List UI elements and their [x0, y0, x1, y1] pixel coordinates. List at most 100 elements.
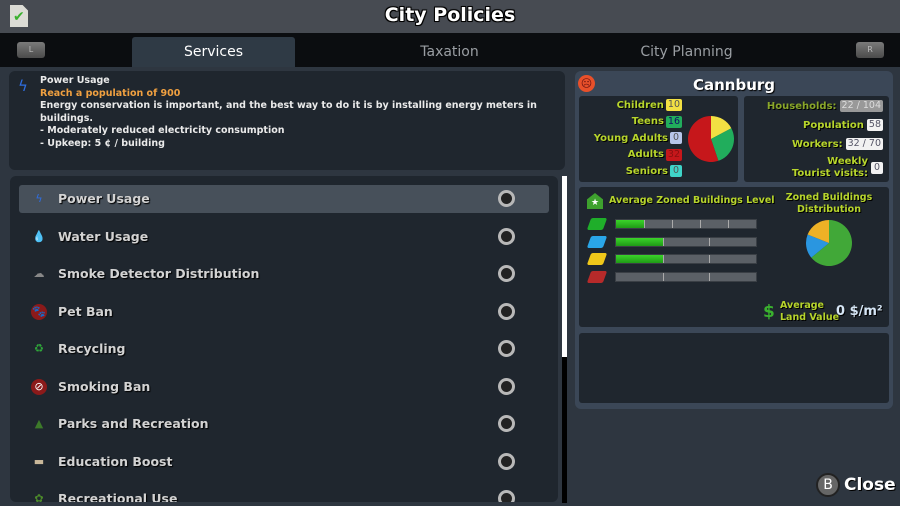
zone-level-fill: [616, 220, 644, 228]
age-group-row: Teens 16: [631, 115, 682, 128]
level-tick: [709, 237, 711, 246]
population-value: 58: [866, 119, 883, 131]
residential-zone-icon: [586, 218, 608, 230]
water-drop-icon: 💧: [32, 229, 46, 243]
office-zone-icon: [586, 270, 608, 283]
policy-label: Recycling: [58, 341, 126, 356]
population-label: Population: [803, 119, 864, 131]
policy-label: Recreational Use: [58, 491, 178, 502]
dollar-icon: $: [763, 302, 775, 322]
paw-icon: 🐾: [31, 303, 47, 320]
recycle-icon: ♻: [34, 342, 44, 355]
window-title: City Policies: [384, 4, 516, 26]
policy-toggle-radio[interactable]: [498, 227, 515, 245]
policy-item[interactable]: ☁ Smoke Detector Distribution: [19, 260, 549, 288]
title-bar: ✔ City Policies: [0, 0, 900, 33]
policy-toggle-radio[interactable]: [498, 415, 515, 432]
policy-item[interactable]: 🐾 Pet Ban: [19, 298, 549, 326]
policy-requirement: Reach a population of 900: [40, 87, 181, 99]
zoned-level-title: Average Zoned Buildings Level: [609, 195, 775, 206]
zone-level-bar: [615, 254, 757, 264]
close-button[interactable]: B Close: [816, 473, 896, 497]
policy-item[interactable]: ✿ Recreational Use: [19, 485, 549, 502]
policy-toggle-radio[interactable]: [498, 190, 515, 207]
policy-item[interactable]: ▬ Education Boost: [19, 448, 549, 476]
policy-toggle-radio[interactable]: [498, 490, 515, 502]
prev-tab-shoulder-button[interactable]: L: [17, 42, 45, 58]
policy-description-panel: ϟ Power Usage Reach a population of 900 …: [9, 71, 565, 170]
policy-item[interactable]: ♻ Recycling: [19, 335, 549, 363]
industrial-zone-icon: [586, 253, 608, 265]
age-group-label: Teens: [631, 116, 664, 127]
level-tick: [709, 255, 711, 263]
policy-item[interactable]: ϟ Power Usage: [19, 185, 549, 213]
policy-item[interactable]: ⊘ Smoking Ban: [19, 373, 549, 401]
policy-toggle-radio[interactable]: [498, 377, 515, 395]
city-info-panel: ☹ Cannburg Children 10 Teens 16 Young Adults…: [575, 71, 893, 409]
policy-label: Water Usage: [58, 228, 149, 244]
tourist-label-2: Tourist visits:: [791, 168, 868, 179]
lightning-icon: ϟ: [35, 192, 43, 205]
next-tab-shoulder-button[interactable]: R: [856, 42, 884, 58]
age-group-label: Seniors: [625, 165, 668, 177]
scrollbar-thumb[interactable]: [562, 176, 567, 357]
policy-text: Energy conservation is important, and th…: [40, 100, 537, 124]
distribution-title-1: Zoned Buildings: [785, 192, 873, 203]
policy-item[interactable]: 💧 Water Usage: [19, 223, 549, 251]
policy-label: Smoke Detector Distribution: [58, 266, 260, 281]
land-value-label-1: Average: [780, 300, 824, 311]
age-group-value: 32: [665, 148, 682, 161]
policy-label: Smoking Ban: [58, 378, 151, 394]
policy-bullet: - Moderately reduced electricity consump…: [40, 125, 285, 136]
policy-toggle-radio[interactable]: [498, 452, 515, 470]
workers-value: 32 / 70: [845, 138, 883, 150]
tab-city-planning[interactable]: City Planning: [605, 37, 768, 67]
level-up-icon: ★: [587, 193, 603, 209]
workers-label: Workers:: [792, 138, 843, 150]
no-smoking-icon: ⊘: [31, 378, 47, 395]
level-tick: [700, 220, 701, 228]
policy-label: Pet Ban: [58, 303, 113, 319]
level-tick: [662, 272, 664, 281]
age-group-row: Children 10: [617, 99, 682, 111]
close-label: Close: [844, 475, 896, 495]
policy-label: Education Boost: [58, 453, 173, 469]
policy-bullet: - Upkeep: 5 ¢ / building: [40, 137, 165, 149]
zone-level-bar: [615, 236, 757, 247]
zone-level-bar: [615, 219, 757, 229]
policy-list: ϟ Power Usage 💧 Water Usage ☁ Smoke Detector …: [10, 176, 558, 502]
book-icon: ▬: [33, 454, 45, 468]
tree-icon: ▲: [34, 417, 44, 430]
policy-toggle-radio[interactable]: [498, 340, 515, 357]
level-tick: [709, 272, 711, 281]
households-label: Households:: [766, 100, 837, 112]
tab-services[interactable]: Services: [132, 37, 295, 67]
level-tick: [672, 220, 673, 228]
distribution-title-2: Distribution: [797, 204, 861, 215]
level-tick: [662, 237, 664, 246]
tab-taxation[interactable]: Taxation: [368, 37, 531, 67]
policy-toggle-radio[interactable]: [498, 302, 515, 320]
age-group-label: Young Adults: [593, 132, 668, 144]
zoned-buildings-panel: ★ Average Zoned Buildings Level Zoned Bu…: [579, 187, 889, 327]
land-value-label-2: Land Value: [780, 312, 840, 323]
age-group-value: 0: [670, 165, 682, 177]
tourist-value: 0: [871, 162, 883, 174]
leaf-icon: ✿: [34, 492, 44, 502]
level-tick: [662, 255, 664, 263]
policy-toggle-radio[interactable]: [498, 265, 515, 282]
commercial-zone-icon: [586, 235, 608, 248]
city-name: Cannburg: [692, 76, 776, 94]
zone-level-fill: [616, 255, 663, 263]
age-group-value: 16: [665, 115, 682, 128]
policy-item[interactable]: ▲ Parks and Recreation: [19, 410, 549, 438]
level-tick: [728, 220, 729, 228]
age-group-label: Adults: [627, 149, 664, 160]
age-group-row: Young Adults 0: [594, 132, 682, 144]
zone-distribution-pie-chart: [806, 220, 852, 266]
age-groups-panel: Children 10 Teens 16 Young Adults 0 Adults 32 Se…: [579, 96, 738, 182]
age-group-row: Seniors 0: [626, 165, 682, 177]
zone-level-bar: [615, 271, 757, 282]
tab-bar: L Services Taxation City Planning R: [0, 33, 900, 67]
lightning-icon: ϟ: [18, 77, 28, 95]
